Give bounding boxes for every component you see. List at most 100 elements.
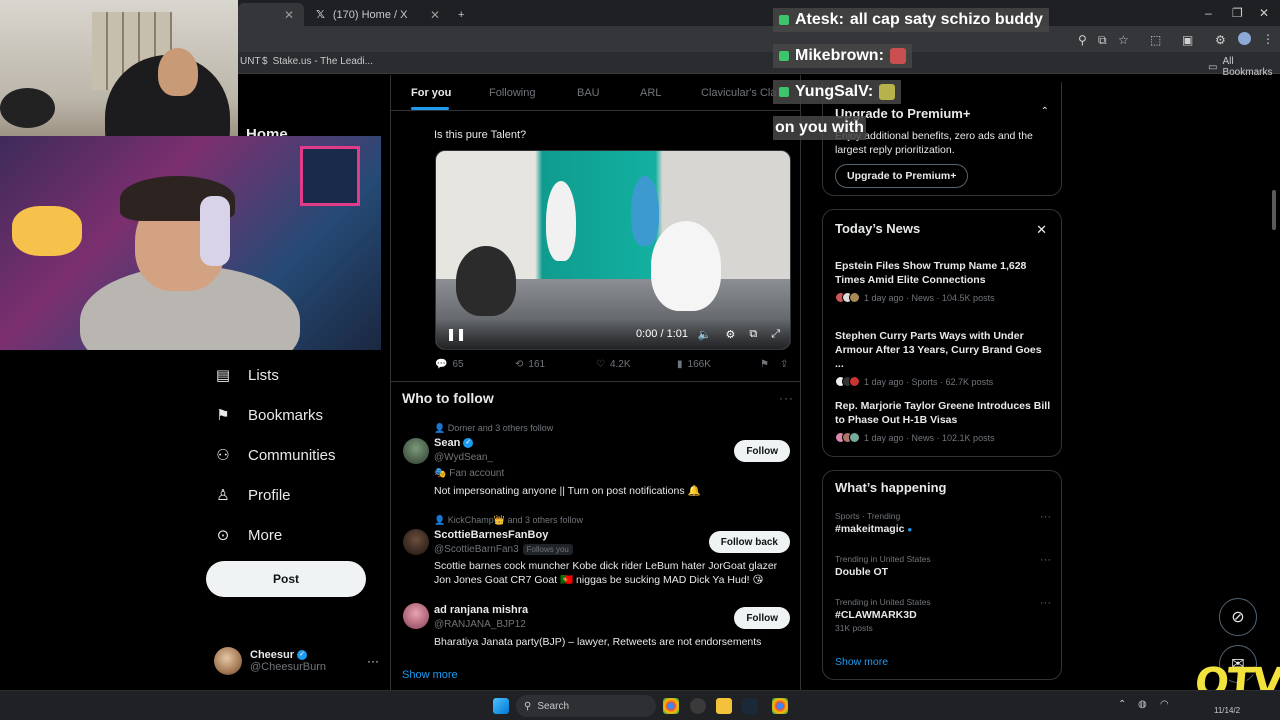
volume-icon[interactable]: 🔈 [698, 328, 712, 341]
user-name[interactable]: ad ranjana mishra [434, 604, 528, 616]
reply-button[interactable]: 💬 65 [435, 359, 464, 370]
avatar-stack [835, 292, 860, 303]
close-tab-icon[interactable]: ✕ [284, 8, 294, 22]
nav-communities[interactable]: ⚇ Communities [200, 435, 380, 475]
taskbar-search[interactable]: ⚲ Search [516, 695, 656, 717]
maximize-icon[interactable]: ❐ [1232, 6, 1243, 20]
windows-start-icon[interactable] [493, 698, 509, 714]
views-button[interactable]: ▮ 166K [677, 359, 711, 370]
steam-icon[interactable] [742, 698, 758, 714]
zoom-icon[interactable]: ⚲ [1078, 33, 1087, 47]
file-explorer-icon[interactable] [716, 698, 732, 714]
more-options-icon[interactable]: ··· [1040, 511, 1051, 523]
chat-message: Atesk: all cap saty schizo buddy [773, 8, 1049, 32]
tweet-video[interactable]: ❚❚ 0:00 / 1:01 🔈 ⚙ ⧉ ⤢ [435, 150, 791, 350]
social-context: 👤 KickChamp👑 and 3 others follow [434, 515, 583, 525]
video-figure [456, 246, 516, 316]
nav-lists[interactable]: ▤ Lists [200, 355, 380, 395]
more-options-icon[interactable]: ··· [779, 391, 794, 405]
trend-item[interactable]: Trending in United States #CLAWMARK3D 31… [835, 597, 1051, 633]
tab-for-you[interactable]: For you [411, 87, 451, 99]
follow-button[interactable]: Follow [734, 607, 790, 629]
new-tab-button[interactable]: + [452, 3, 470, 26]
news-item[interactable]: Stephen Curry Parts Ways with Under Armo… [835, 329, 1051, 387]
settings-icon[interactable]: ⚙ [725, 328, 735, 341]
wifi-icon[interactable]: ◠ [1160, 699, 1169, 710]
user-name[interactable]: Sean ✓ [434, 437, 474, 449]
views-icon: ▮ [677, 359, 683, 370]
trend-item[interactable]: Sports · Trending #makeitmagic ● ··· [835, 511, 1051, 535]
menu-icon[interactable]: ⋮ [1262, 32, 1274, 46]
trend-item[interactable]: Trending in United States Double OT ··· [835, 554, 1051, 578]
arcade-machine [300, 146, 360, 206]
star-icon[interactable]: ☆ [1118, 33, 1129, 47]
chat-username: YungSalV: [795, 83, 874, 100]
more-options-icon[interactable]: ··· [1040, 597, 1051, 609]
nav-bookmarks[interactable]: ⚑ Bookmarks [200, 395, 380, 435]
video-time: 0:00 / 1:01 [636, 328, 688, 340]
browser-tab-x-home[interactable]: 𝕏 (170) Home / X ✕ [306, 3, 450, 26]
show-more-link[interactable]: Show more [835, 656, 888, 668]
pip-icon[interactable]: ⧉ [749, 328, 757, 341]
tab-clavicular[interactable]: Clavicular's Cla [701, 87, 776, 99]
minimize-icon[interactable]: – [1205, 6, 1212, 20]
tab-bau[interactable]: BAU [577, 87, 600, 99]
verified-badge-icon: ✓ [297, 650, 308, 661]
extensions-icon[interactable]: ⬚ [1150, 33, 1161, 47]
sidebar-icon[interactable]: ▣ [1182, 33, 1193, 47]
user-name[interactable]: ScottieBarnesFanBoy [434, 529, 548, 541]
share-button[interactable]: ⇪ [780, 359, 788, 370]
chat-text: on you with [775, 119, 864, 136]
like-button[interactable]: ♡ 4.2K [596, 359, 631, 370]
chevron-up-icon[interactable]: ⌃ [1041, 106, 1049, 117]
post-button[interactable]: Post [206, 561, 366, 597]
fullscreen-icon[interactable]: ⤢ [771, 328, 780, 341]
close-icon[interactable]: ✕ [1036, 222, 1047, 238]
video-figure [546, 181, 576, 261]
tab-following[interactable]: Following [489, 87, 535, 99]
browser-tab-active[interactable]: ✕ [238, 3, 304, 26]
heart-icon: ♡ [596, 359, 605, 370]
avatar[interactable] [403, 529, 429, 555]
close-window-icon[interactable]: ✕ [1259, 6, 1269, 20]
avatar[interactable] [403, 438, 429, 464]
search-icon: ⚲ [524, 700, 532, 712]
clock[interactable]: 11/14/2 [1214, 706, 1240, 715]
more-options-icon[interactable]: ··· [1040, 554, 1051, 566]
who-to-follow-title: Who to follow [402, 390, 494, 406]
profile-avatar-icon[interactable] [1238, 32, 1251, 45]
pause-icon[interactable]: ❚❚ [446, 327, 466, 341]
trend-context: Sports · Trending [835, 511, 901, 521]
tray-app-icon[interactable]: ◍ [1138, 699, 1147, 710]
avatar[interactable] [403, 603, 429, 629]
close-tab-icon[interactable]: ✕ [430, 8, 440, 22]
all-bookmarks[interactable]: ▭ All Bookmarks [1208, 56, 1280, 78]
follow-button[interactable]: Follow [734, 440, 790, 462]
show-more-link[interactable]: Show more [402, 669, 458, 681]
user-handle: @RANJANA_BJP12 [434, 619, 526, 630]
follow-back-button[interactable]: Follow back [708, 531, 790, 553]
bookmark-item[interactable]: UNT [240, 56, 261, 67]
upgrade-premium-button[interactable]: Upgrade to Premium+ [835, 164, 969, 188]
chrome-icon[interactable] [663, 698, 679, 714]
chrome-icon[interactable] [772, 698, 788, 714]
news-item[interactable]: Epstein Files Show Trump Name 1,628 Time… [835, 259, 1051, 303]
nav-profile[interactable]: ♙ Profile [200, 475, 380, 515]
tray-chevron-icon[interactable]: ⌃ [1118, 699, 1126, 710]
settings-icon[interactable]: ⚙ [1215, 33, 1226, 47]
account-name: Cheesur [250, 649, 295, 661]
page-scrollbar[interactable] [1272, 190, 1276, 230]
nav-label: More [248, 526, 283, 544]
bookmark-item[interactable]: $ Stake.us - The Leadi... [262, 56, 373, 67]
repost-button[interactable]: ⟲ 161 [515, 359, 545, 370]
app-icon[interactable] [690, 698, 706, 714]
account-switcher[interactable]: Cheesur ✓ @CheesurBurn ··· [214, 645, 379, 677]
account-menu-icon[interactable]: ··· [367, 654, 379, 668]
tab-arl[interactable]: ARL [640, 87, 661, 99]
nav-more[interactable]: ⊙ More [200, 515, 380, 555]
grok-button[interactable]: ⊘ [1219, 598, 1257, 636]
cast-icon[interactable]: ⧉ [1098, 33, 1107, 48]
news-item[interactable]: Rep. Marjorie Taylor Greene Introduces B… [835, 399, 1051, 443]
chat-badge-icon [779, 87, 789, 97]
bookmark-button[interactable]: ⚑ [760, 359, 769, 370]
